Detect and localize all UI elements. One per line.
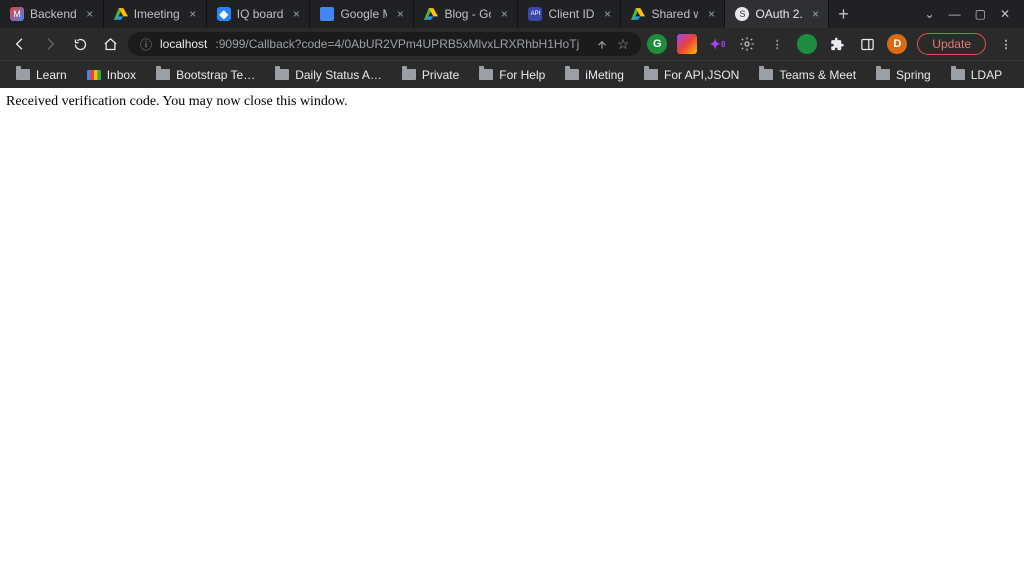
window-controls: ⌄ — ▢ ✕ [911, 0, 1024, 28]
bookmark-label: Daily Status A… [295, 68, 382, 82]
bookmark-imeting[interactable]: iMeting [557, 64, 632, 86]
tab-1[interactable]: Imeeting × [104, 0, 207, 28]
folder-icon [275, 69, 289, 80]
tab-label: Client ID [548, 7, 594, 21]
minimize-icon[interactable]: — [949, 7, 961, 21]
nav-bar: ⓘ localhost :9099/Callback?code=4/0AbUR2… [0, 28, 1024, 60]
tab-2[interactable]: ◆ IQ board × [207, 0, 311, 28]
close-icon[interactable]: × [600, 7, 614, 21]
extensions-puzzle-icon[interactable] [827, 34, 847, 54]
maximize-icon[interactable]: ▢ [975, 7, 986, 21]
bookmark-inbox[interactable]: Inbox [79, 64, 144, 86]
drive-icon [114, 7, 128, 21]
folder-icon [876, 69, 890, 80]
reload-button[interactable] [68, 32, 92, 56]
close-icon[interactable]: × [704, 7, 718, 21]
bookmark-daily-status[interactable]: Daily Status A… [267, 64, 390, 86]
bookmark-label: Teams & Meet [779, 68, 856, 82]
star-icon[interactable]: ☆ [617, 36, 630, 53]
tabs-row: M Backend × Imeeting × ◆ IQ board × Goog… [0, 0, 911, 28]
share-icon[interactable] [595, 37, 609, 51]
address-bar[interactable]: ⓘ localhost :9099/Callback?code=4/0AbUR2… [128, 32, 641, 56]
close-icon[interactable]: × [289, 7, 303, 21]
extension-icon[interactable]: G [647, 34, 667, 54]
drive-icon [631, 7, 645, 21]
folder-icon [565, 69, 579, 80]
back-button[interactable] [8, 32, 32, 56]
folder-icon [156, 69, 170, 80]
toolbar-extensions: G ✦8 ⋮ D Update ⋮ [647, 33, 1016, 55]
folder-icon [951, 69, 965, 80]
close-icon[interactable]: × [497, 7, 511, 21]
avatar[interactable]: D [887, 34, 907, 54]
tab-label: Shared w [651, 7, 698, 21]
update-button[interactable]: Update [917, 33, 986, 55]
page-content: Received verification code. You may now … [0, 88, 1024, 116]
new-tab-button[interactable]: + [829, 0, 857, 28]
bookmark-label: Inbox [107, 68, 136, 82]
bookmark-label: LDAP [971, 68, 1002, 82]
url-path: :9099/Callback?code=4/0AbUR2VPm4UPRB5xMl… [215, 37, 578, 51]
close-icon[interactable]: × [186, 7, 200, 21]
tab-4[interactable]: Blog - Go × [414, 0, 518, 28]
tab-3[interactable]: Google M × [310, 0, 414, 28]
folder-icon [402, 69, 416, 80]
bookmark-private[interactable]: Private [394, 64, 467, 86]
api-icon: API [528, 7, 542, 21]
gmail-icon [87, 70, 101, 80]
site-info-icon[interactable]: ⓘ [140, 36, 152, 53]
close-icon[interactable]: × [83, 7, 97, 21]
url-host: localhost [160, 37, 207, 51]
extension-icon[interactable] [677, 34, 697, 54]
bookmark-label: Learn [36, 68, 67, 82]
tab-7[interactable]: S OAuth 2. × [725, 0, 829, 28]
folder-icon [759, 69, 773, 80]
folder-icon [644, 69, 658, 80]
jira-icon: ◆ [217, 7, 231, 21]
docs-icon [320, 7, 334, 21]
tab-label: Blog - Go [444, 7, 491, 21]
bookmark-spring[interactable]: Spring [868, 64, 939, 86]
title-bar: M Backend × Imeeting × ◆ IQ board × Goog… [0, 0, 1024, 28]
extension-icon[interactable]: ✦8 [707, 34, 727, 54]
tab-label: Google M [340, 7, 387, 21]
home-button[interactable] [98, 32, 122, 56]
bookmark-label: Bootstrap Te… [176, 68, 255, 82]
bookmark-label: Private [422, 68, 459, 82]
bookmark-learn[interactable]: Learn [8, 64, 75, 86]
tab-6[interactable]: Shared w × [621, 0, 725, 28]
tab-label: Backend [30, 7, 77, 21]
gmail-icon: M [10, 7, 24, 21]
side-panel-icon[interactable] [857, 34, 877, 54]
bookmark-teams-meet[interactable]: Teams & Meet [751, 64, 864, 86]
bookmark-label: Spring [896, 68, 931, 82]
extension-icon[interactable]: ⋮ [767, 34, 787, 54]
close-icon[interactable]: × [808, 7, 822, 21]
tab-0[interactable]: M Backend × [0, 0, 104, 28]
bookmark-ldap[interactable]: LDAP [943, 64, 1010, 86]
globe-icon: S [735, 7, 749, 21]
bookmarks-bar: Learn Inbox Bootstrap Te… Daily Status A… [0, 60, 1024, 88]
extension-icon[interactable] [797, 34, 817, 54]
tab-label: IQ board [237, 7, 284, 21]
menu-dots-icon[interactable]: ⋮ [996, 34, 1016, 54]
tab-menu-icon[interactable]: ⌄ [925, 7, 935, 21]
folder-icon [479, 69, 493, 80]
bookmark-label: For Help [499, 68, 545, 82]
bookmark-bootstrap[interactable]: Bootstrap Te… [148, 64, 263, 86]
drive-icon [424, 7, 438, 21]
tab-label: Imeeting [134, 7, 180, 21]
close-icon[interactable]: × [393, 7, 407, 21]
verification-message: Received verification code. You may now … [6, 94, 348, 109]
tab-label: OAuth 2. [755, 7, 802, 21]
settings-gear-icon[interactable] [737, 34, 757, 54]
bookmark-label: iMeting [585, 68, 624, 82]
tab-5[interactable]: API Client ID × [518, 0, 621, 28]
close-window-icon[interactable]: ✕ [1000, 7, 1010, 21]
bookmark-api-json[interactable]: For API,JSON [636, 64, 747, 86]
folder-icon [16, 69, 30, 80]
bookmark-for-help[interactable]: For Help [471, 64, 553, 86]
bookmark-label: For API,JSON [664, 68, 739, 82]
forward-button[interactable] [38, 32, 62, 56]
